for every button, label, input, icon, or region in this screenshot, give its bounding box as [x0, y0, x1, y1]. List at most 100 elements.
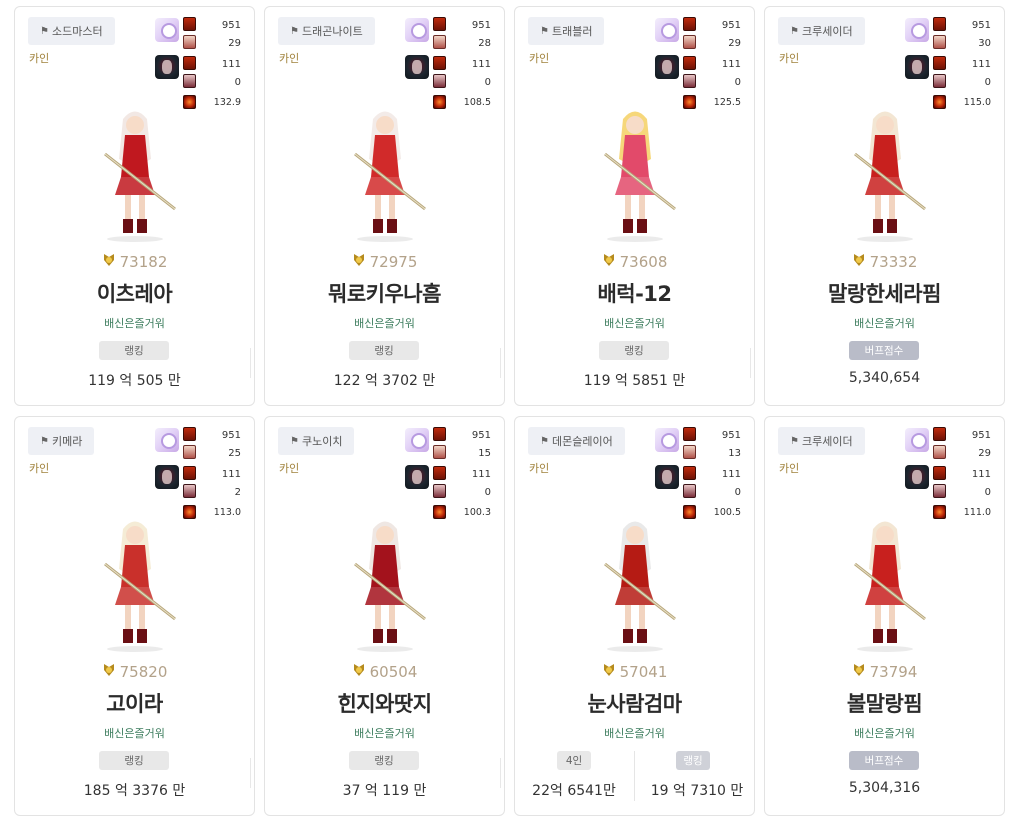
stat-value: 125.5 — [713, 97, 741, 108]
fame-medal-icon — [852, 253, 866, 271]
character-card[interactable]: ⚑ 쿠노이치 카인 951 15 111 0 100.3 60504 힌지와땃지 배신은즐거워 랭킹 3… — [264, 416, 505, 816]
title-icon — [183, 427, 196, 441]
creature-avatar-icon — [405, 18, 429, 42]
guild-name[interactable]: 배신은즐거워 — [515, 315, 754, 331]
aura-avatar-icon — [405, 465, 429, 489]
buff-score-badge[interactable]: 버프점수 — [849, 341, 919, 360]
character-name[interactable]: 뭐로키우나흠 — [265, 278, 504, 308]
character-sprite — [75, 99, 196, 244]
character-name[interactable]: 눈사람검마 — [515, 688, 754, 718]
ranking-badge[interactable]: 랭킹 — [99, 751, 169, 770]
title-icon — [433, 56, 446, 70]
character-card[interactable]: ⚑ 데몬슬레이어 카인 951 13 111 0 100.5 57041 눈사람검마 배신은즐거워 4… — [514, 416, 755, 816]
job-label: 소드마스터 — [51, 25, 103, 38]
job-tag[interactable]: ⚑ 키메라 — [28, 427, 95, 455]
server-label: 카인 — [779, 52, 800, 65]
flag-icon: ⚑ — [790, 25, 799, 37]
character-name[interactable]: 고이라 — [15, 688, 254, 718]
job-tag[interactable]: ⚑ 트래블러 — [528, 17, 605, 45]
character-name[interactable]: 배럭-12 — [515, 278, 754, 308]
ranking-badge[interactable]: 랭킹 — [99, 341, 169, 360]
character-card[interactable]: ⚑ 키메라 카인 951 25 111 2 113.0 75820 고이라 배신은즐거워 랭킹 185 … — [14, 416, 255, 816]
stat-value: 951 — [221, 20, 241, 31]
creature-icon — [183, 35, 196, 49]
creature-icon — [933, 35, 946, 49]
guild-name[interactable]: 배신은즐거워 — [265, 725, 504, 741]
aura-avatar-icon — [905, 465, 929, 489]
stat-value: 0 — [984, 77, 991, 88]
character-sprite — [75, 509, 196, 654]
flag-icon: ⚑ — [40, 435, 49, 447]
creature-icon — [933, 445, 946, 459]
fame-value: 75820 — [119, 663, 168, 681]
guild-name[interactable]: 배신은즐거워 — [765, 315, 1004, 331]
character-card[interactable]: ⚑ 트래블러 카인 951 29 111 0 125.5 73608 배럭-12 배신은즐거워 랭킹 1… — [514, 6, 755, 406]
avatar-icon — [433, 74, 446, 88]
title-icon — [433, 427, 446, 441]
job-tag[interactable]: ⚑ 드래곤나이트 — [278, 17, 375, 45]
equipment-stats: 951 29 111 0 125.5 — [655, 13, 741, 109]
server-label: 카인 — [279, 52, 300, 65]
title-icon — [183, 17, 196, 31]
guild-name[interactable]: 배신은즐거워 — [765, 725, 1004, 741]
flag-icon: ⚑ — [40, 25, 49, 37]
ranking-badge[interactable]: 랭킹 — [349, 751, 419, 770]
job-tag[interactable]: ⚑ 쿠노이치 — [278, 427, 355, 455]
title-icon — [933, 17, 946, 31]
fame-value: 73332 — [869, 253, 918, 271]
stat-value: 100.5 — [713, 507, 741, 518]
creature-avatar-icon — [405, 428, 429, 452]
stat-value: 15 — [478, 448, 491, 459]
equipment-stats: 951 28 111 0 108.5 — [405, 13, 491, 109]
character-card[interactable]: ⚑ 크루세이더카인 951 30 111 0 115.0 73332 말랑한세라핌배신은즐거워버… — [764, 6, 1005, 406]
aura-avatar-icon — [905, 55, 929, 79]
stat-value: 111 — [471, 59, 491, 70]
party-badge[interactable]: 4인 — [557, 751, 591, 770]
stat-value: 29 — [978, 448, 991, 459]
job-tag[interactable]: ⚑ 데몬슬레이어 — [528, 427, 625, 455]
ranking-badge[interactable]: 랭킹 — [676, 751, 710, 770]
job-label: 드래곤나이트 — [301, 25, 363, 38]
avatar-icon — [183, 74, 196, 88]
character-card[interactable]: ⚑ 소드마스터 카인 951 29 111 0 132.9 73182 이츠레아 배신은즐거워 랭킹 1… — [14, 6, 255, 406]
ranking-badge[interactable]: 랭킹 — [599, 341, 669, 360]
character-name[interactable]: 힌지와땃지 — [265, 688, 504, 718]
guild-name[interactable]: 배신은즐거워 — [265, 315, 504, 331]
job-tag[interactable]: ⚑ 크루세이더 — [778, 17, 865, 45]
creature-icon — [433, 35, 446, 49]
ranking-badge[interactable]: 랭킹 — [349, 341, 419, 360]
aura-avatar-icon — [155, 55, 179, 79]
stat-value: 0 — [484, 77, 491, 88]
stat-value: 132.9 — [213, 97, 241, 108]
aura-avatar-icon — [655, 55, 679, 79]
guild-name[interactable]: 배신은즐거워 — [515, 725, 754, 741]
job-label: 데몬슬레이어 — [551, 435, 613, 448]
party-score: 4인 22억 6541만 — [515, 751, 633, 811]
character-name[interactable]: 이츠레아 — [15, 278, 254, 308]
job-label: 키메라 — [51, 435, 83, 448]
score-value: 185 억 3376 만 — [83, 783, 186, 799]
character-card[interactable]: ⚑ 크루세이더 카인 951 29 111 0 111.0 73794 볼말랑핌 배신은즐거워 버프점… — [764, 416, 1005, 816]
job-tag[interactable]: ⚑ 소드마스터 — [28, 17, 115, 45]
title-icon — [683, 56, 696, 70]
score-value: 119 억 505 만 — [88, 373, 181, 389]
aura-avatar-icon — [655, 465, 679, 489]
job-tag[interactable]: ⚑ 크루세이더 — [778, 427, 865, 455]
character-name[interactable]: 볼말랑핌 — [765, 688, 1004, 718]
character-sprite — [825, 509, 946, 654]
equipment-stats: 951 30 111 0 115.0 — [905, 13, 991, 109]
aura-avatar-icon — [405, 55, 429, 79]
guild-name[interactable]: 배신은즐거워 — [15, 315, 254, 331]
stat-value: 13 — [728, 448, 741, 459]
fame-score: 73332 — [765, 253, 1004, 271]
fame-value: 73182 — [119, 253, 168, 271]
guild-name[interactable]: 배신은즐거워 — [15, 725, 254, 741]
server-label: 카인 — [29, 52, 50, 65]
character-card[interactable]: ⚑ 드래곤나이트 카인 951 28 111 0 108.5 72975 뭐로키우나흠 배신은즐거워… — [264, 6, 505, 406]
fame-score: 73794 — [765, 663, 1004, 681]
stat-value: 111 — [221, 469, 241, 480]
buff-score-badge[interactable]: 버프점수 — [849, 751, 919, 770]
character-sprite — [575, 509, 696, 654]
title-icon — [683, 427, 696, 441]
character-name[interactable]: 말랑한세라핌 — [765, 278, 1004, 308]
